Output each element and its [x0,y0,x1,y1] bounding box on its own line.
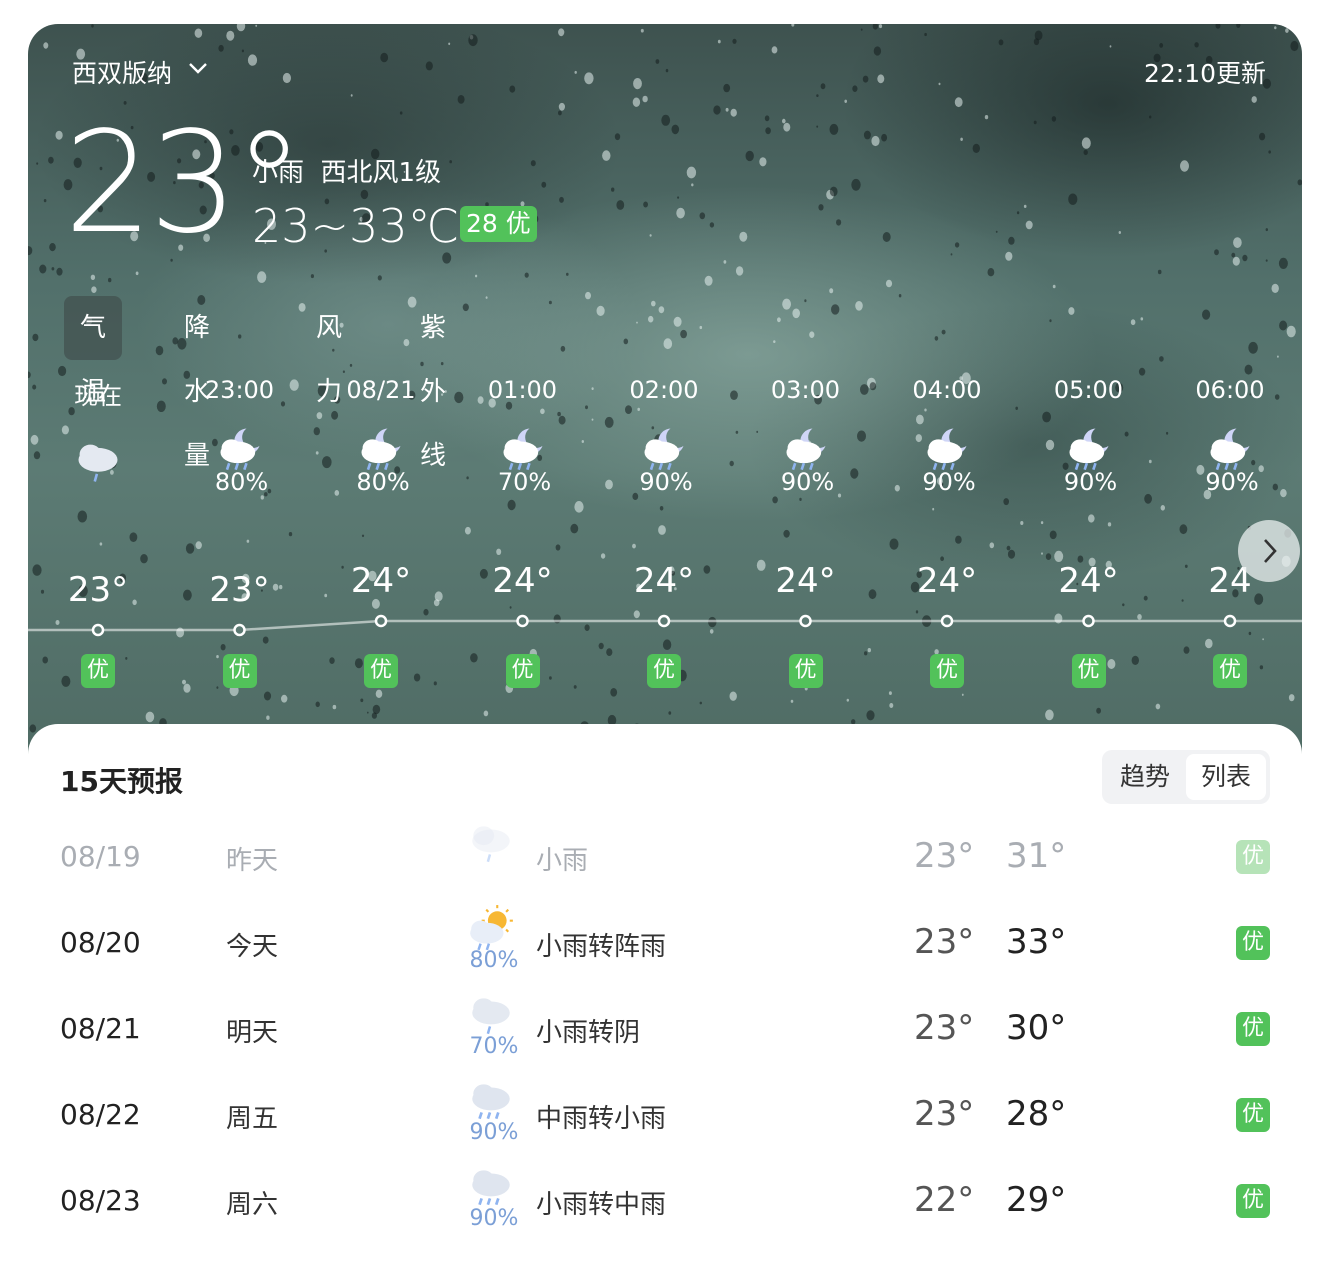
forecast-condition: 中雨转小雨 [536,1104,667,1134]
forecast-precip-chance: 90% [469,1120,519,1145]
update-time: 22:10更新 [1143,59,1266,88]
precip-chance: 70% [497,468,552,496]
hour-temperature: 23° [209,570,270,610]
forecast-condition: 小雨转阵雨 [536,932,667,962]
hour-temperature: 24° [633,561,695,601]
tab-uv[interactable]: 紫外线 [404,296,462,471]
hour-temperature: 24° [1058,561,1119,601]
forecast-precip-chance: 90% [469,1206,519,1231]
hour-aqi-badge: 优 [505,654,540,688]
toggle-trend[interactable]: 趋势 [1106,754,1184,800]
chevron-down-icon[interactable] [188,62,208,76]
forecast-date: 08/23 [60,1184,141,1217]
forecast-condition: 小雨转阴 [536,1018,641,1048]
hour-label: 04:00 [912,376,982,404]
hour-label: 02:00 [629,376,699,404]
forecast-low: 23° [914,836,975,876]
forecast-high: 28° [1006,1094,1067,1134]
forecast-row[interactable]: 08/20 今天 80% 小雨转阵雨 23° 33° 优 [28,898,1302,984]
temperature-range: 23~33℃ [252,199,460,253]
forecast-low: 23° [914,1094,975,1134]
forecast-date: 08/21 [60,1012,141,1045]
forecast-high: 31° [1006,836,1067,876]
hour-aqi-badge: 优 [222,654,257,688]
hour-label: 01:00 [487,376,558,404]
forecast-aqi-badge: 优 [1236,1184,1270,1218]
forecast-aqi-badge: 优 [1236,926,1270,960]
hour-aqi-badge: 优 [1071,654,1106,688]
hour-label: 06:00 [1195,376,1265,404]
current-weather-panel: 西双版纳 22:10更新 23° 小雨 西北风1级 23~33℃ 28 优 气温… [28,24,1302,764]
forecast-day: 今天 [226,932,279,962]
hour-label: 23:00 [204,376,275,404]
forecast-date: 08/19 [60,840,141,873]
forecast-condition: 小雨 [536,846,589,876]
forecast-date: 08/22 [60,1098,141,1131]
forecast-row[interactable]: 08/19 昨天 小雨 23° 31° 优 [28,812,1302,898]
hour-aqi-badge: 优 [930,654,964,688]
forecast-row[interactable]: 08/23 周六 90% 小雨转中雨 22° 29° 优 [28,1156,1302,1242]
tab-precipitation[interactable]: 降水量 [168,296,226,471]
hour-temperature: 24° [916,561,978,601]
view-toggle: 趋势 列表 [1102,750,1270,804]
precip-chance: 80% [214,468,269,496]
hour-aqi-badge: 优 [647,654,681,688]
hour-aqi-badge: 优 [1213,654,1247,688]
weather-card: 西双版纳 22:10更新 23° 小雨 西北风1级 23~33℃ 28 优 气温… [28,24,1302,1274]
hour-label: 08/21 [346,376,416,404]
forecast-precip-chance: 80% [469,948,519,973]
forecast-day: 昨天 [226,846,279,876]
forecast-row[interactable]: 08/21 明天 70% 小雨转阴 23° 30° 优 [28,984,1302,1070]
forecast-day: 明天 [226,1018,279,1048]
forecast-low: 23° [914,922,975,962]
wind-text: 西北风1级 [320,158,442,188]
forecast-day: 周六 [226,1190,279,1220]
forecast-condition: 小雨转中雨 [536,1190,667,1220]
chevron-right-icon [1264,539,1277,563]
precip-chance: 90% [1063,468,1118,496]
hour-label: 05:00 [1053,376,1124,404]
hour-temperature: 24° [775,561,836,601]
hour-label: 03:00 [770,376,841,404]
tab-wind[interactable]: 风力 [300,296,358,407]
forecast-precip-chance: 70% [469,1034,519,1059]
aqi-badge[interactable]: 28 优 [460,206,537,242]
forecast-panel: 15天预报 趋势 列表 08/19 昨天 小雨 23° 31° 优 08/20 今天 80% 小雨… [28,724,1302,1274]
city-selector[interactable]: 西双版纳 [72,54,172,90]
hour-temperature: 23° [67,570,129,610]
tab-temperature[interactable]: 气温 [64,296,123,407]
forecast-high: 29° [1006,1180,1067,1220]
forecast-row[interactable]: 08/22 周五 90% 中雨转小雨 23° 28° 优 [28,1070,1302,1156]
precip-chance: 80% [356,468,410,496]
forecast-aqi-badge: 优 [1236,840,1270,874]
forecast-low: 22° [914,1180,975,1220]
precip-chance: 90% [1205,468,1259,496]
precip-chance: 90% [780,468,835,496]
forecast-day: 周五 [226,1104,279,1134]
cloud-rain-icon [72,436,124,492]
forecast-low: 23° [914,1008,975,1048]
forecast-aqi-badge: 优 [1236,1098,1270,1132]
precip-chance: 90% [922,468,976,496]
hour-aqi-badge: 优 [788,654,823,688]
forecast-high: 33° [1006,922,1067,962]
hour-temperature: 24° [492,561,553,601]
condition-wind: 小雨 西北风1级 [252,152,441,189]
forecast-high: 30° [1006,1008,1067,1048]
forecast-date: 08/20 [60,926,141,959]
precip-chance: 90% [639,468,693,496]
condition-text: 小雨 [252,158,305,188]
scroll-next-button[interactable] [1238,520,1300,582]
cloud-rain-icon [466,818,516,872]
hour-aqi-badge: 优 [81,654,115,688]
hour-label: 现在 [74,382,122,410]
hour-aqi-badge: 优 [364,654,398,688]
forecast-aqi-badge: 优 [1236,1012,1270,1046]
toggle-list[interactable]: 列表 [1186,754,1266,800]
forecast-title: 15天预报 [60,765,183,798]
hour-temperature: 24° [350,561,412,601]
